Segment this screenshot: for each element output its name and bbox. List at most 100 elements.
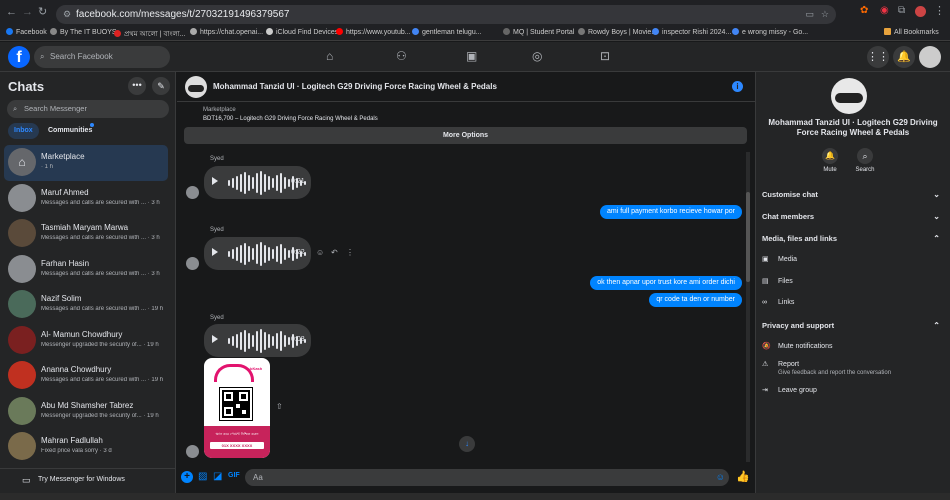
account-avatar[interactable] [919,46,941,68]
search-icon[interactable]: ⌕ [857,148,873,164]
mute-label[interactable]: Mute [822,167,838,173]
video-icon[interactable]: ▣ [466,49,477,63]
bookmark-item[interactable]: Facebook [6,28,47,36]
avatar [8,325,36,354]
bookmark-item[interactable]: https://chat.openai... [190,28,263,36]
qr-code-image[interactable]: bKash স্ক্যান করে পেমেন্ট নিশ্চিত করুন 0… [204,358,270,458]
more-options-icon[interactable]: ••• [128,77,146,95]
qr-caption: স্ক্যান করে পেমেন্ট নিশ্চিত করুন [215,432,259,436]
chat-preview: Messages and calls are secured with ... … [41,270,160,277]
bookmark-icon [190,28,197,35]
tab-communities[interactable]: Communities [46,123,94,139]
bookmark-item[interactable]: প্রথম আলো | বাংলা... [114,28,186,40]
marketplace-icon: ⌂ [8,148,36,176]
site-info-icon[interactable]: ⚙ [63,5,71,24]
list-item[interactable]: Ananna Chowdhury Messages and calls are s… [4,358,168,394]
bag-handle-icon [214,364,254,382]
notifications-bell-icon[interactable]: 🔔 [893,46,915,68]
address-bar[interactable]: ⚙ facebook.com/messages/t/27032191496379… [56,5,836,24]
menu-grid-icon[interactable]: ⋮⋮ [867,46,889,68]
conversation-avatar[interactable] [185,76,207,98]
extension-red-icon[interactable]: ◉ [880,5,889,16]
forward-icon[interactable]: ⇧ [276,402,283,411]
cast-icon[interactable]: ▭ [805,5,814,24]
outgoing-message[interactable]: ami full payment korbo recieve howar por [599,205,742,219]
voice-message[interactable]: 0:21 [204,166,311,199]
like-icon[interactable]: 👍 [736,470,750,483]
message-input[interactable]: Aa ☺ [245,469,729,486]
all-bookmarks[interactable]: All Bookmarks [884,28,939,36]
sticker-icon[interactable]: ◪ [213,471,222,482]
bookmark-item[interactable]: Rowdy Boys | Movie... [578,28,657,36]
info-icon[interactable]: i [732,81,743,92]
files-item[interactable]: ▤ Files [762,277,793,285]
reply-icon[interactable]: ↶ [331,248,338,257]
link-icon: ∞ [762,299,767,306]
home-icon[interactable]: ⌂ [326,49,333,63]
forward-icon[interactable]: → [22,6,33,18]
facebook-logo-icon[interactable]: f [8,46,30,68]
listing-text[interactable]: BDT16,700 – Logitech G29 Driving Force R… [203,116,378,122]
more-icon[interactable]: ⋮ [346,248,354,257]
list-item[interactable]: Maruf Ahmed Messages and calls are secure… [4,181,168,217]
scroll-down-icon[interactable]: ↓ [459,436,475,452]
star-icon[interactable]: ☆ [821,5,829,24]
list-item[interactable]: Mahran Fadlullah Fixed price vala sorry ·… [4,429,168,465]
list-item[interactable]: ⌂ Marketplace · 1 h [4,145,168,181]
list-item[interactable]: Abu Md Shamsher Tabrez Messenger upgraded… [4,394,168,430]
extension-icon[interactable]: ✿ [860,5,868,16]
conversation-title[interactable]: Mohammad Tanzid Ul · Logitech G29 Drivin… [213,82,497,91]
bookmark-item[interactable]: https://www.youtub... [336,28,411,36]
privacy-support-section[interactable]: Privacy and support ⌃ [762,321,940,330]
play-icon[interactable] [212,335,218,343]
bookmark-item[interactable]: By The IT BUOYS [50,28,117,36]
image-icon[interactable]: ▨ [198,471,207,482]
more-options-button[interactable]: More Options [184,127,747,144]
friends-icon[interactable]: ⚇ [396,49,407,63]
play-icon[interactable] [212,177,218,185]
voice-message[interactable]: 0:08 [204,324,311,357]
outgoing-message[interactable]: qr code ta den or number [649,293,742,307]
reload-icon[interactable]: ↻ [38,5,47,18]
gaming-icon[interactable]: ⊡ [600,49,610,63]
bookmark-item[interactable]: MQ | Student Portal [503,28,574,36]
emoji-icon[interactable]: ☺ [716,469,725,486]
new-message-icon[interactable]: ✎ [152,77,170,95]
extensions-puzzle-icon[interactable]: ⧉ [898,5,905,16]
browser-menu-icon[interactable]: ⋮ [934,4,945,17]
list-item[interactable]: Nazif Solim Messages and calls are secure… [4,287,168,323]
search-label[interactable]: Search [853,167,877,173]
play-icon[interactable] [212,248,218,256]
voice-message[interactable]: 0:22 [204,237,311,270]
outgoing-message[interactable]: ok then apnar upor trust kore ami order … [590,276,742,290]
tab-inbox[interactable]: Inbox [8,123,39,139]
try-messenger-banner[interactable]: ▭ Try Messenger for Windows [0,468,175,492]
customise-chat-section[interactable]: Customise chat ⌄ [762,190,940,199]
bookmark-item[interactable]: gentleman telugu... [412,28,482,36]
scrollbar-thumb[interactable] [746,192,750,282]
bookmark-item[interactable]: iCloud Find Devices [266,28,338,36]
leave-group-item[interactable]: ⇥ Leave group [762,386,817,394]
list-item[interactable]: Tasmiah Maryam Marwa Messages and calls a… [4,216,168,252]
media-item[interactable]: ▣ Media [762,255,797,263]
react-icon[interactable]: ☺ [316,248,324,257]
scrollbar-track[interactable] [746,152,750,462]
gif-icon[interactable]: GIF [228,472,240,479]
back-icon[interactable]: ← [6,6,17,18]
links-item[interactable]: ∞ Links [762,299,794,306]
profile-icon[interactable] [915,6,926,17]
bookmark-item[interactable]: inspector Rishi 2024... [652,28,731,36]
chat-avatar[interactable] [831,78,867,114]
search-facebook-input[interactable]: ⌕ Search Facebook [34,46,170,68]
groups-icon[interactable]: ◎ [532,49,542,63]
mute-notifications-item[interactable]: 🔕 Mute notifications [762,342,832,350]
search-messenger-input[interactable]: ⌕ Search Messenger [7,100,169,118]
report-item[interactable]: ⚠ Report Give feedback and report the conv… [762,360,891,376]
plus-icon[interactable]: + [181,471,193,483]
bell-icon[interactable]: 🔔 [822,148,838,164]
list-item[interactable]: Al- Mamun Chowdhury Messenger upgraded th… [4,323,168,359]
bookmark-item[interactable]: e wrong missy - Go... [732,28,808,36]
chat-members-section[interactable]: Chat members ⌄ [762,212,940,221]
media-files-links-section[interactable]: Media, files and links ⌃ [762,234,940,243]
list-item[interactable]: Farhan Hasin Messages and calls are secur… [4,252,168,288]
